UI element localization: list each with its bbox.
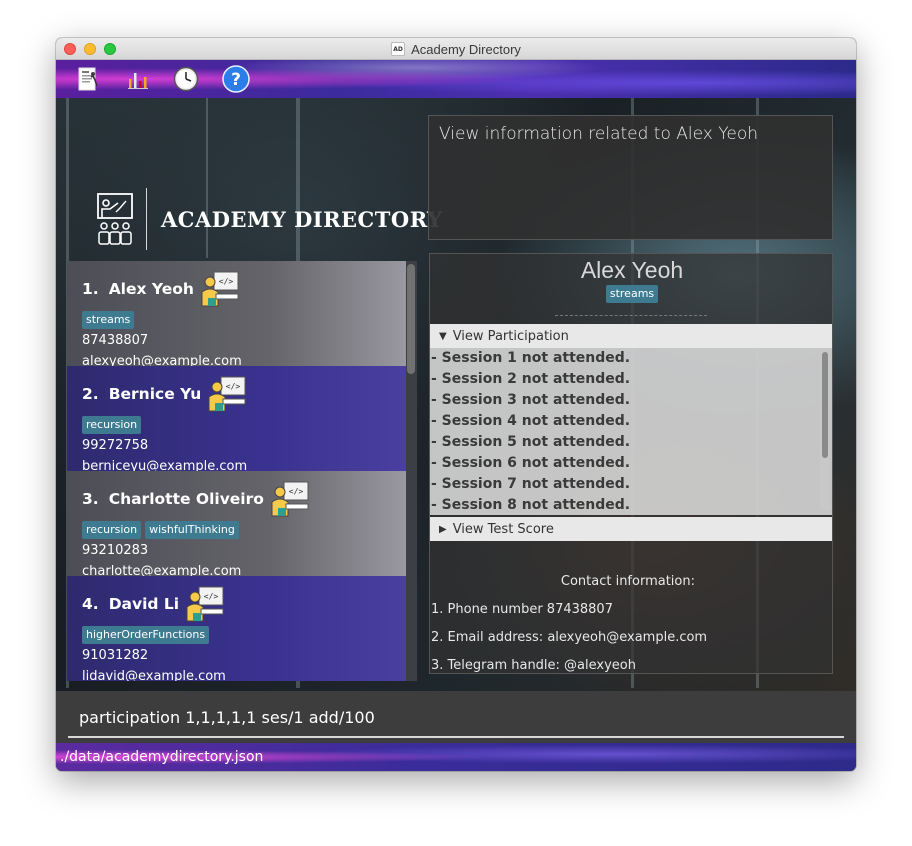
detail-tag: streams <box>605 285 659 303</box>
svg-text:</>: </> <box>289 487 304 496</box>
logo-divider <box>146 188 147 250</box>
svg-text:</>: </> <box>204 592 219 601</box>
view-participation-label: View Participation <box>452 328 569 344</box>
view-test-score-label: View Test Score <box>452 521 554 537</box>
result-display: View information related to Alex Yeoh <box>428 115 833 240</box>
session-item: - Session 3 not attended. <box>431 392 631 408</box>
list-scrollbar[interactable] <box>407 264 415 374</box>
programmer-icon: </> <box>186 586 224 622</box>
student-list[interactable]: 1. Alex Yeoh </> streams 87438807 alexyeo… <box>67 261 417 681</box>
student-name-text: Bernice Yu <box>108 385 202 403</box>
app-window: AD Academy Directory ? ACADEMY DIRECTORY… <box>56 38 856 771</box>
programmer-icon: </> <box>208 376 246 412</box>
svg-text:</>: </> <box>226 382 241 391</box>
session-item: - Session 4 not attended. <box>431 413 631 429</box>
toolbar: ? <box>56 60 856 98</box>
student-tag: wishfulThinking <box>145 521 239 539</box>
student-index: 4. <box>82 595 99 613</box>
session-scrollbar-thumb[interactable] <box>822 352 828 458</box>
student-email: lidavid@example.com <box>82 669 226 681</box>
result-text: View information related to Alex Yeoh <box>439 124 759 144</box>
student-detail-panel: Alex Yeoh streams ▼ View Participation -… <box>429 253 833 674</box>
student-name-text: Alex Yeoh <box>108 280 194 298</box>
student-index: 3. <box>82 490 99 508</box>
contact-email: 2. Email address: alexyeoh@example.com <box>431 630 708 645</box>
student-name: 4. David Li <box>82 595 179 613</box>
student-tag: higherOrderFunctions <box>82 626 210 644</box>
participation-list[interactable]: - Session 1 not attended. - Session 2 no… <box>430 348 832 515</box>
save-location: ./data/academydirectory.json <box>60 749 264 765</box>
programmer-icon: </> <box>271 481 309 517</box>
logo-text: ACADEMY DIRECTORY <box>161 206 443 232</box>
student-name-text: Charlotte Oliveiro <box>108 490 264 508</box>
student-name: 3. Charlotte Oliveiro <box>82 490 264 508</box>
view-test-score-toggle[interactable]: ▶ View Test Score <box>430 517 832 541</box>
student-name-text: David Li <box>108 595 180 613</box>
session-item: - Session 2 not attended. <box>431 371 631 387</box>
title-bar: AD Academy Directory <box>56 38 856 60</box>
clock-icon[interactable] <box>172 65 200 93</box>
programmer-icon: </> <box>201 271 239 307</box>
session-item: - Session 6 not attended. <box>431 455 631 471</box>
student-tag: recursion <box>82 416 142 434</box>
classroom-icon <box>97 193 133 245</box>
student-tag: recursion <box>82 521 142 539</box>
exit-icon[interactable] <box>74 65 102 93</box>
triangle-down-icon: ▼ <box>439 330 447 342</box>
session-item: - Session 7 not attended. <box>431 476 631 492</box>
help-icon[interactable]: ? <box>222 65 250 93</box>
student-phone: 91031282 <box>82 648 149 663</box>
student-index: 2. <box>82 385 99 403</box>
contact-telegram: 3. Telegram handle: @alexyeoh <box>431 658 636 673</box>
student-card[interactable]: 4. David Li </> higherOrderFunctions 9103… <box>67 576 406 681</box>
command-input[interactable]: participation 1,1,1,1,1 ses/1 add/100 <box>79 708 375 727</box>
session-item: - Session 8 not attended. <box>431 497 631 513</box>
student-phone: 93210283 <box>82 543 149 558</box>
status-bar: ./data/academydirectory.json <box>56 743 856 771</box>
view-participation-toggle[interactable]: ▼ View Participation <box>430 324 832 348</box>
student-card[interactable]: 3. Charlotte Oliveiro </> recursion wishf… <box>67 471 406 579</box>
help-glyph: ? <box>231 70 241 90</box>
detail-student-name: Alex Yeoh <box>580 257 684 283</box>
svg-text:</>: </> <box>219 277 234 286</box>
triangle-right-icon: ▶ <box>439 523 447 535</box>
command-underline <box>68 736 844 738</box>
session-item: - Session 1 not attended. <box>431 350 631 366</box>
command-box[interactable]: participation 1,1,1,1,1 ses/1 add/100 <box>56 691 856 743</box>
chart-icon[interactable] <box>124 65 152 93</box>
app-icon: AD <box>391 42 406 56</box>
student-phone: 87438807 <box>82 333 149 348</box>
student-name: 2. Bernice Yu <box>82 385 201 403</box>
student-index: 1. <box>82 280 99 298</box>
detail-divider <box>555 315 707 316</box>
window-title: Academy Directory <box>411 41 521 57</box>
student-card[interactable]: 2. Bernice Yu </> recursion 99272758 bern… <box>67 366 406 474</box>
student-tag: streams <box>82 311 135 329</box>
student-phone: 99272758 <box>82 438 149 453</box>
student-name: 1. Alex Yeoh <box>82 280 194 298</box>
app-logo: ACADEMY DIRECTORY <box>96 188 443 250</box>
session-item: - Session 5 not attended. <box>431 434 631 450</box>
contact-phone: 1. Phone number 87438807 <box>431 602 613 617</box>
contact-title: Contact information: <box>560 574 695 589</box>
student-card[interactable]: 1. Alex Yeoh </> streams 87438807 alexyeo… <box>67 261 406 369</box>
